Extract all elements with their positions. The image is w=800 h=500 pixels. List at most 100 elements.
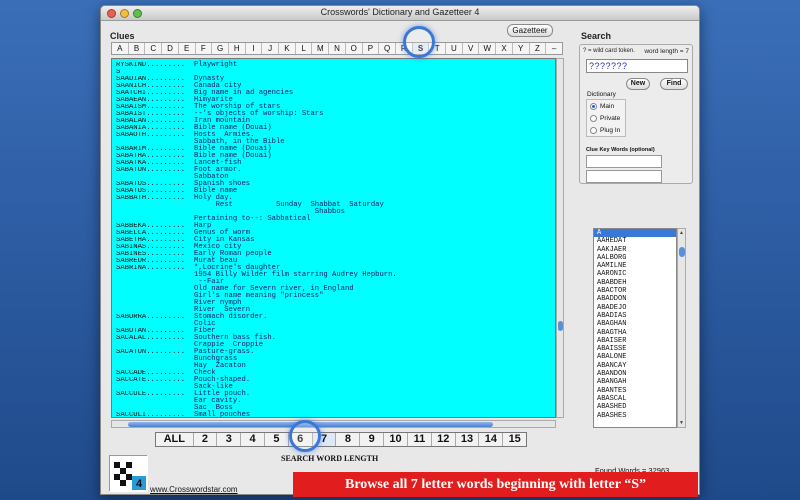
list-item[interactable]: ABANGAH	[594, 378, 676, 386]
letter-tab-y[interactable]: Y	[513, 43, 530, 54]
letter-tab-i[interactable]: I	[246, 43, 263, 54]
clue-row: SACCATE......... Pouch-shaped.	[116, 376, 551, 384]
dictionary-option-main[interactable]: Main	[590, 103, 614, 110]
clue-row: SABBEKA......... Harp	[116, 222, 551, 230]
promo-caption-banner: Browse all 7 letter words beginning with…	[293, 472, 698, 497]
clue-word: SACCULE.........	[116, 391, 186, 398]
letter-tab-l[interactable]: L	[296, 43, 313, 54]
list-item[interactable]: ABADIAS	[594, 312, 676, 320]
word-list[interactable]: A AAHEDAT AAKJAER AALBORG AAMILNE AARONIC ABAB…	[593, 228, 677, 428]
list-item[interactable]: AARONIC	[594, 270, 676, 278]
list-item[interactable]: ABACTOR	[594, 287, 676, 295]
window-title: Crosswords' Dictionary and Gazetteer 4	[320, 7, 480, 17]
dictionary-option-plug-in[interactable]: Plug In	[590, 127, 620, 134]
clue-row: SAANICH......... Canada city	[116, 82, 551, 90]
radio-icon[interactable]	[590, 115, 597, 122]
list-item[interactable]: ABASHES	[594, 412, 676, 420]
find-button[interactable]: Find	[660, 78, 688, 90]
radio-icon[interactable]	[590, 127, 597, 134]
letter-tab-m[interactable]: M	[312, 43, 330, 54]
length-tab-4[interactable]: 4	[241, 433, 265, 446]
new-button[interactable]: New	[626, 78, 650, 90]
list-item[interactable]: AAMILNE	[594, 262, 676, 270]
gazetteer-button[interactable]: Gazetteer	[507, 24, 553, 37]
length-tab-14[interactable]: 14	[479, 433, 504, 446]
clue-key-word-input-2[interactable]	[586, 170, 662, 183]
length-tab-3[interactable]: 3	[217, 433, 242, 446]
title-bar[interactable]: Crosswords' Dictionary and Gazetteer 4	[101, 6, 699, 21]
letter-tab-b[interactable]: B	[129, 43, 146, 54]
length-tab-all[interactable]: ALL	[156, 433, 194, 446]
list-item[interactable]: ABAISER	[594, 337, 676, 345]
dictionary-option-label: Plug In	[600, 127, 621, 134]
letter-tab-q[interactable]: Q	[379, 43, 396, 54]
length-tab-10[interactable]: 10	[384, 433, 408, 446]
clue-text-area[interactable]: RYSKIND......... Playwright S SAADIAN......…	[111, 58, 556, 418]
list-item[interactable]: ABAGHAN	[594, 320, 676, 328]
list-item[interactable]: AAHEDAT	[594, 237, 676, 245]
list-item[interactable]: ABANTES	[594, 387, 676, 395]
length-tab-2[interactable]: 2	[194, 433, 218, 446]
list-item[interactable]: ABADEJO	[594, 304, 676, 312]
list-item[interactable]: A	[594, 229, 676, 238]
clue-word: SABATKA.........	[116, 160, 186, 167]
search-pattern-input[interactable]: ???????	[586, 59, 688, 73]
dictionary-option-label: Private	[600, 115, 621, 122]
clue-row: SABATUS......... Bible name	[116, 187, 551, 195]
clue-word: SACATON.........	[116, 349, 186, 356]
length-tab-13[interactable]: 13	[456, 433, 480, 446]
list-item[interactable]: ABALONE	[594, 353, 676, 361]
radio-icon[interactable]	[590, 103, 597, 110]
letter-tab-o[interactable]: O	[346, 43, 363, 54]
letter-tab-d[interactable]: D	[162, 43, 179, 54]
list-item[interactable]: ABANDON	[594, 370, 676, 378]
word-list-scroll-thumb[interactable]	[679, 247, 685, 257]
letter-tab-z[interactable]: Z	[530, 43, 547, 54]
scroll-down-arrow-icon[interactable]: ▼	[678, 420, 685, 426]
letter-tab-c[interactable]: C	[145, 43, 163, 54]
clue-vertical-scrollbar[interactable]	[556, 58, 564, 418]
list-item[interactable]: ABAGTHA	[594, 329, 676, 337]
letter-tab-dash[interactable]: –	[546, 43, 562, 54]
letter-tab-u[interactable]: U	[446, 43, 463, 54]
list-item[interactable]: AALBORG	[594, 254, 676, 262]
dictionary-option-private[interactable]: Private	[590, 115, 620, 122]
clue-key-word-input-1[interactable]	[586, 155, 662, 168]
list-item[interactable]: ABASCAL	[594, 395, 676, 403]
length-tab-15[interactable]: 15	[503, 433, 526, 446]
letter-tab-j[interactable]: J	[262, 43, 280, 54]
length-tab-5[interactable]: 5	[265, 433, 289, 446]
letter-tab-x[interactable]: X	[496, 43, 513, 54]
list-item[interactable]: ABAISSE	[594, 345, 676, 353]
length-tab-12[interactable]: 12	[432, 433, 456, 446]
scroll-up-arrow-icon[interactable]: ▲	[678, 230, 685, 236]
list-item[interactable]: ABADDON	[594, 295, 676, 303]
list-item[interactable]: ABABDEH	[594, 279, 676, 287]
letter-tab-f[interactable]: F	[196, 43, 213, 54]
letter-tab-v[interactable]: V	[463, 43, 480, 54]
letter-tab-n[interactable]: N	[329, 43, 346, 54]
length-tab-11[interactable]: 11	[408, 433, 432, 446]
clue-row: SABATHA......... Bible name (Douai)	[116, 152, 551, 160]
list-item[interactable]: ABASHED	[594, 403, 676, 411]
clue-row: Old name for Severn river, in England	[116, 285, 551, 293]
website-link[interactable]: www.Crosswordstar.com	[150, 485, 238, 494]
length-tab-8[interactable]: 8	[336, 433, 361, 446]
letter-tab-e[interactable]: E	[179, 43, 196, 54]
clue-row: SABREUR......... Murat beau	[116, 257, 551, 265]
clue-row: SABINAS......... Mexico city	[116, 243, 551, 251]
list-item[interactable]: AAKJAER	[594, 246, 676, 254]
letter-tab-g[interactable]: G	[212, 43, 229, 54]
clue-vertical-scroll-thumb[interactable]	[558, 321, 563, 331]
letter-tab-w[interactable]: W	[479, 43, 497, 54]
length-tab-9[interactable]: 9	[360, 433, 385, 446]
word-list-scrollbar[interactable]: ▲ ▼	[677, 228, 686, 428]
letter-tab-a[interactable]: A	[112, 43, 129, 54]
letter-tab-h[interactable]: H	[229, 43, 246, 54]
letter-tab-k[interactable]: K	[279, 43, 296, 54]
list-item[interactable]: ABANCAY	[594, 362, 676, 370]
letter-tab-p[interactable]: P	[363, 43, 380, 54]
clue-horizontal-scrollbar[interactable]	[111, 420, 556, 428]
clue-word: SABUTAN.........	[116, 328, 186, 335]
clue-word: SAANICH.........	[116, 83, 186, 90]
